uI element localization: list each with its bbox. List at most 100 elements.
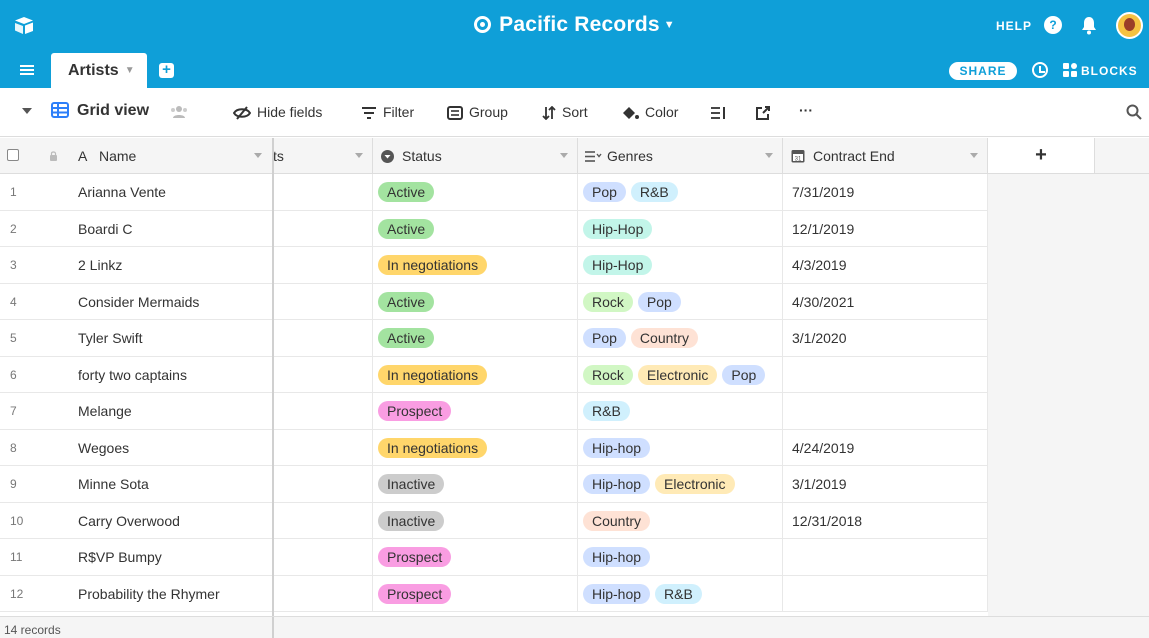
- table-row[interactable]: 11 R$VP Bumpy Prospect Hip-hop: [0, 539, 988, 576]
- user-avatar[interactable]: [1116, 12, 1143, 39]
- chevron-down-icon[interactable]: [355, 153, 363, 158]
- table-row[interactable]: 9 Minne Sota Inactive Hip-hop Electronic 3/1/…: [0, 466, 988, 503]
- cell-truncated[interactable]: [273, 320, 373, 357]
- cell-status[interactable]: Active: [373, 210, 578, 247]
- cell-contract-end[interactable]: 4/3/2019: [783, 247, 988, 284]
- cell-name[interactable]: 8 Wegoes: [0, 429, 273, 466]
- cell-status[interactable]: Active: [373, 283, 578, 320]
- cell-status[interactable]: Prospect: [373, 393, 578, 430]
- table-row[interactable]: 4 Consider Mermaids Active Rock Pop 4/30/2021: [0, 283, 988, 320]
- column-header-status[interactable]: Status: [373, 138, 578, 174]
- cell-name[interactable]: 2 Boardi C: [0, 210, 273, 247]
- select-all-checkbox[interactable]: [7, 149, 19, 161]
- cell-contract-end[interactable]: 12/1/2019: [783, 210, 988, 247]
- hamburger-menu-icon[interactable]: [20, 65, 34, 75]
- tab-artists[interactable]: Artists ▼: [51, 53, 147, 88]
- frozen-column-divider[interactable]: [272, 138, 274, 638]
- help-icon[interactable]: ?: [1044, 16, 1062, 34]
- cell-status[interactable]: Active: [373, 174, 578, 211]
- cell-genres[interactable]: Hip-hop: [578, 429, 783, 466]
- group-button[interactable]: Group: [447, 104, 508, 120]
- table-row[interactable]: 2 Boardi C Active Hip-Hop 12/1/2019: [0, 210, 988, 247]
- cell-truncated[interactable]: [273, 539, 373, 576]
- cell-name[interactable]: 9 Minne Sota: [0, 466, 273, 503]
- table-row[interactable]: 6 forty two captains In negotiations Rock El…: [0, 356, 988, 393]
- cell-status[interactable]: Active: [373, 320, 578, 357]
- cell-contract-end[interactable]: [783, 393, 988, 430]
- cell-contract-end[interactable]: [783, 575, 988, 612]
- table-row[interactable]: 8 Wegoes In negotiations Hip-hop 4/24/2019: [0, 429, 988, 466]
- chevron-down-icon[interactable]: [560, 153, 568, 158]
- cell-truncated[interactable]: [273, 466, 373, 503]
- cell-name[interactable]: 4 Consider Mermaids: [0, 283, 273, 320]
- cell-contract-end[interactable]: [783, 356, 988, 393]
- share-button[interactable]: SHARE: [949, 62, 1017, 80]
- filter-button[interactable]: Filter: [361, 104, 414, 120]
- cell-genres[interactable]: Rock Pop: [578, 283, 783, 320]
- cell-truncated[interactable]: [273, 283, 373, 320]
- cell-truncated[interactable]: [273, 247, 373, 284]
- cell-status[interactable]: In negotiations: [373, 429, 578, 466]
- cell-genres[interactable]: Hip-Hop: [578, 210, 783, 247]
- cell-name[interactable]: 3 2 Linkz: [0, 247, 273, 284]
- cell-status[interactable]: Inactive: [373, 466, 578, 503]
- table-row[interactable]: 5 Tyler Swift Active Pop Country 3/1/2020: [0, 320, 988, 357]
- cell-status[interactable]: In negotiations: [373, 247, 578, 284]
- cell-name[interactable]: 12 Probability the Rhymer: [0, 575, 273, 612]
- cell-genres[interactable]: Rock Electronic Pop: [578, 356, 783, 393]
- sort-button[interactable]: Sort: [542, 104, 588, 121]
- view-switcher[interactable]: Grid view: [51, 102, 149, 120]
- cell-truncated[interactable]: [273, 356, 373, 393]
- more-options-button[interactable]: ···: [799, 102, 813, 118]
- blocks-button[interactable]: BLOCKS: [1063, 63, 1138, 78]
- cell-contract-end[interactable]: 12/31/2018: [783, 502, 988, 539]
- cell-genres[interactable]: Hip-hop R&B: [578, 575, 783, 612]
- view-list-toggle-icon[interactable]: [22, 108, 32, 114]
- color-button[interactable]: Color: [621, 104, 678, 120]
- column-header-truncated[interactable]: ts: [273, 138, 373, 174]
- cell-name[interactable]: 1 Arianna Vente: [0, 174, 273, 211]
- cell-truncated[interactable]: [273, 575, 373, 612]
- cell-genres[interactable]: R&B: [578, 393, 783, 430]
- cell-genres[interactable]: Hip-Hop: [578, 247, 783, 284]
- cell-genres[interactable]: Hip-hop: [578, 539, 783, 576]
- share-view-button[interactable]: [755, 104, 777, 120]
- base-title[interactable]: Pacific Records ▼: [0, 13, 1149, 37]
- cell-truncated[interactable]: [273, 210, 373, 247]
- search-icon[interactable]: [1126, 104, 1142, 120]
- cell-name[interactable]: 11 R$VP Bumpy: [0, 539, 273, 576]
- column-header-contract-end[interactable]: 31 Contract End: [783, 138, 988, 174]
- table-row[interactable]: 7 Melange Prospect R&B: [0, 393, 988, 430]
- cell-truncated[interactable]: [273, 429, 373, 466]
- add-field-button[interactable]: +: [988, 138, 1095, 174]
- cell-contract-end[interactable]: 4/30/2021: [783, 283, 988, 320]
- cell-genres[interactable]: Hip-hop Electronic: [578, 466, 783, 503]
- cell-status[interactable]: Prospect: [373, 575, 578, 612]
- chevron-down-icon[interactable]: [254, 153, 262, 158]
- cell-status[interactable]: Prospect: [373, 539, 578, 576]
- cell-contract-end[interactable]: [783, 539, 988, 576]
- chevron-down-icon[interactable]: ▼: [125, 65, 135, 76]
- help-link[interactable]: HELP: [996, 19, 1032, 33]
- cell-status[interactable]: Inactive: [373, 502, 578, 539]
- cell-name[interactable]: 7 Melange: [0, 393, 273, 430]
- cell-genres[interactable]: Pop R&B: [578, 174, 783, 211]
- collaborators-icon[interactable]: [169, 104, 189, 120]
- cell-genres[interactable]: Pop Country: [578, 320, 783, 357]
- table-row[interactable]: 12 Probability the Rhymer Prospect Hip-hop R…: [0, 575, 988, 612]
- hide-fields-button[interactable]: Hide fields: [232, 104, 322, 120]
- cell-name[interactable]: 6 forty two captains: [0, 356, 273, 393]
- cell-truncated[interactable]: [273, 174, 373, 211]
- add-table-icon[interactable]: +: [159, 62, 174, 78]
- cell-contract-end[interactable]: 4/24/2019: [783, 429, 988, 466]
- column-header-name[interactable]: A Name: [0, 138, 273, 174]
- table-row[interactable]: 10 Carry Overwood Inactive Country 12/31/201…: [0, 502, 988, 539]
- cell-contract-end[interactable]: 7/31/2019: [783, 174, 988, 211]
- table-row[interactable]: 1 Arianna Vente Active Pop R&B 7/31/2019: [0, 174, 988, 211]
- bell-icon[interactable]: [1080, 15, 1098, 35]
- history-icon[interactable]: [1032, 62, 1048, 78]
- row-height-button[interactable]: [710, 104, 732, 120]
- table-row[interactable]: 3 2 Linkz In negotiations Hip-Hop 4/3/2019: [0, 247, 988, 284]
- cell-truncated[interactable]: [273, 502, 373, 539]
- cell-name[interactable]: 10 Carry Overwood: [0, 502, 273, 539]
